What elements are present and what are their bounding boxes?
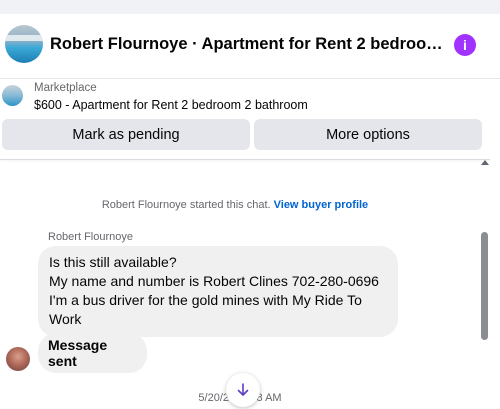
scroll-up-arrow-icon[interactable] — [481, 160, 489, 165]
chat-start-notice: Robert Flournoye started this chat. View… — [0, 199, 470, 211]
view-buyer-profile-link[interactable]: View buyer profile — [274, 199, 369, 211]
listing-title[interactable]: $600 - Apartment for Rent 2 bedroom 2 ba… — [34, 98, 308, 112]
listing-label: Marketplace — [34, 82, 97, 94]
arrow-down-icon — [237, 383, 249, 396]
sender-avatar[interactable] — [6, 347, 30, 371]
chat-title[interactable]: Robert Flournoye · Apartment for Rent 2 … — [50, 35, 445, 54]
more-options-button[interactable]: More options — [254, 119, 482, 150]
listing-thumbnail[interactable] — [2, 85, 23, 106]
header-avatar[interactable] — [5, 25, 43, 63]
message-bubble[interactable]: Message sent — [38, 333, 147, 373]
mark-pending-button[interactable]: Mark as pending — [2, 119, 250, 150]
message-line: Is this still available? — [49, 254, 177, 270]
scrollbar-thumb[interactable] — [481, 232, 488, 340]
listing-panel: Marketplace $600 - Apartment for Rent 2 … — [0, 79, 490, 159]
message-line: Work — [49, 311, 82, 327]
message-bubble[interactable]: Is this still available? My name and num… — [38, 246, 398, 337]
info-icon[interactable]: i — [454, 34, 476, 56]
top-strip — [0, 0, 500, 14]
divider — [0, 159, 490, 160]
message-line: My name and number is Robert Clines 702-… — [49, 273, 379, 289]
system-text: Robert Flournoye started this chat. — [101, 199, 271, 211]
scroll-to-bottom-button[interactable] — [226, 373, 260, 407]
message-line: I'm a bus driver for the gold mines with… — [49, 292, 362, 308]
chat-header: Robert Flournoye · Apartment for Rent 2 … — [0, 14, 500, 79]
sender-name: Robert Flournoye — [48, 231, 133, 243]
